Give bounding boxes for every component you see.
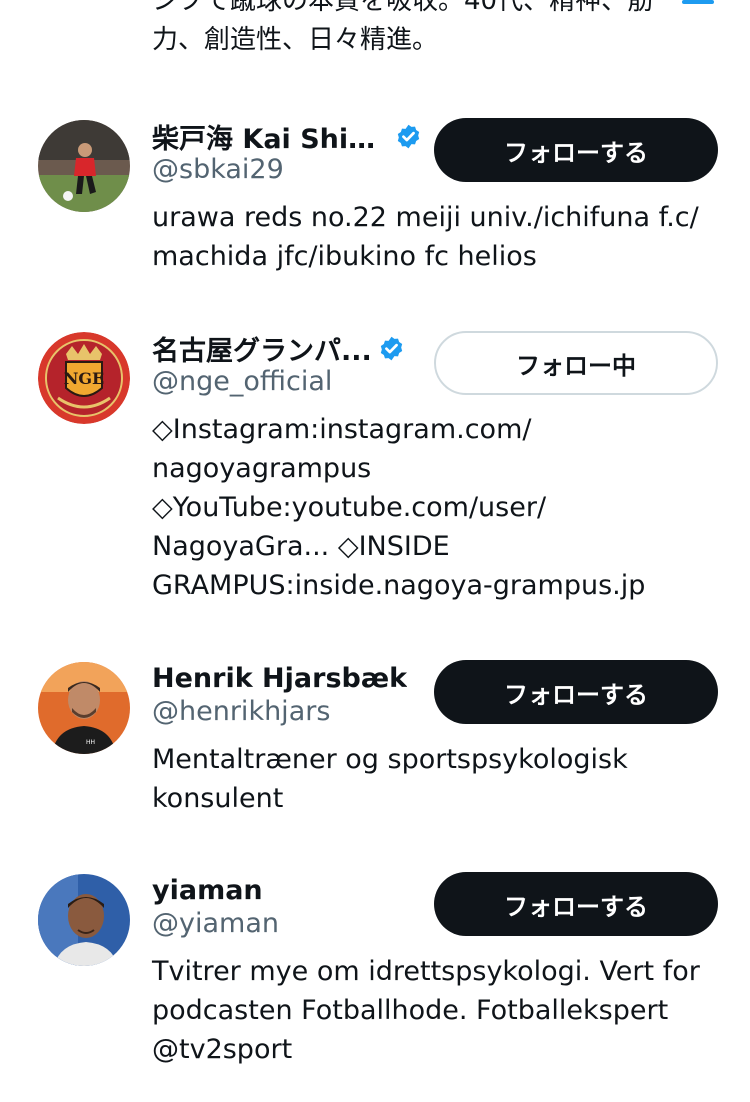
name-row: 名古屋グランパ... [152, 330, 405, 367]
user-bio: Tvitrer mye om idrettspsykologi. Vert fo… [152, 952, 722, 1069]
bio-line: podcasten Fotballhode. Fotballekspert [152, 995, 669, 1026]
user-bio: ◇Instagram:instagram.com/ nagoyagrampus … [152, 410, 722, 605]
bio-line: シブで蹴球の本質を吸収。40代、精神、筋 [152, 0, 654, 16]
display-name: 名古屋グランパ... [152, 335, 372, 367]
bio-line: NagoyaGra... ◇INSIDE [152, 531, 450, 562]
svg-text:HH: HH [86, 739, 95, 746]
bio-line: nagoyagrampus [152, 453, 372, 484]
bio-line: ◇YouTube:youtube.com/user/ [152, 492, 547, 523]
user-handle: @sbkai29 [152, 154, 284, 185]
user-handle: @yiaman [152, 908, 279, 939]
bio-line: ◇Instagram:instagram.com/ [152, 414, 532, 445]
verified-badge-icon [397, 124, 420, 148]
bio-line: GRAMPUS:inside.nagoya-grampus.jp [152, 570, 646, 601]
avatar[interactable] [38, 120, 130, 212]
display-name: Henrik Hjarsbæk [152, 662, 408, 694]
user-bio: urawa reds no.22 meiji univ./ichifuna f.… [152, 198, 722, 276]
man-portrait-avatar-icon: HH [38, 662, 130, 754]
user-bio: Mentaltræner og sportspsykologisk konsul… [152, 740, 722, 818]
bio-line: @tv2sport [152, 1034, 293, 1065]
display-name: yiaman [152, 874, 263, 906]
avatar[interactable] [38, 874, 130, 966]
user-handle: @henrikhjars [152, 696, 331, 727]
follow-button[interactable]: フォローする [434, 118, 718, 182]
avatar[interactable]: NGE [38, 332, 130, 424]
bio-line: konsulent [152, 783, 284, 814]
bio-line: machida jfc/ibukino fc helios [152, 241, 537, 272]
who-to-follow-list: シブで蹴球の本質を吸収。40代、精神、筋 力、創造性、日々精進。 柴戸海 Kai… [0, 0, 750, 1102]
following-button[interactable]: フォロー中 [434, 331, 718, 395]
name-row: yiaman [152, 872, 263, 908]
bio-line: urawa reds no.22 meiji univ./ichifuna f.… [152, 202, 699, 233]
man-portrait-avatar-icon [38, 874, 130, 966]
bio-line: Tvitrer mye om idrettspsykologi. Vert fo… [152, 956, 700, 987]
soccer-player-avatar-icon [38, 120, 130, 212]
svg-text:NGE: NGE [64, 369, 104, 388]
follow-button[interactable]: フォローする [434, 660, 718, 724]
avatar[interactable]: HH [38, 662, 130, 754]
bio-line: 力、創造性、日々精進。 [152, 25, 439, 55]
name-row: Henrik Hjarsbæk [152, 660, 407, 696]
bio-line: Mentaltræner og sportspsykologisk [152, 744, 628, 775]
user-handle: @nge_official [152, 366, 333, 397]
verified-badge-icon [380, 336, 402, 360]
display-name: 柴戸海 Kai Shib... [152, 123, 389, 155]
previous-user-bio: シブで蹴球の本質を吸収。40代、精神、筋 力、創造性、日々精進。 [152, 0, 732, 60]
follow-button[interactable]: フォローする [434, 872, 718, 936]
name-row: 柴戸海 Kai Shib... [152, 118, 422, 155]
club-crest-icon: NGE [38, 332, 130, 424]
